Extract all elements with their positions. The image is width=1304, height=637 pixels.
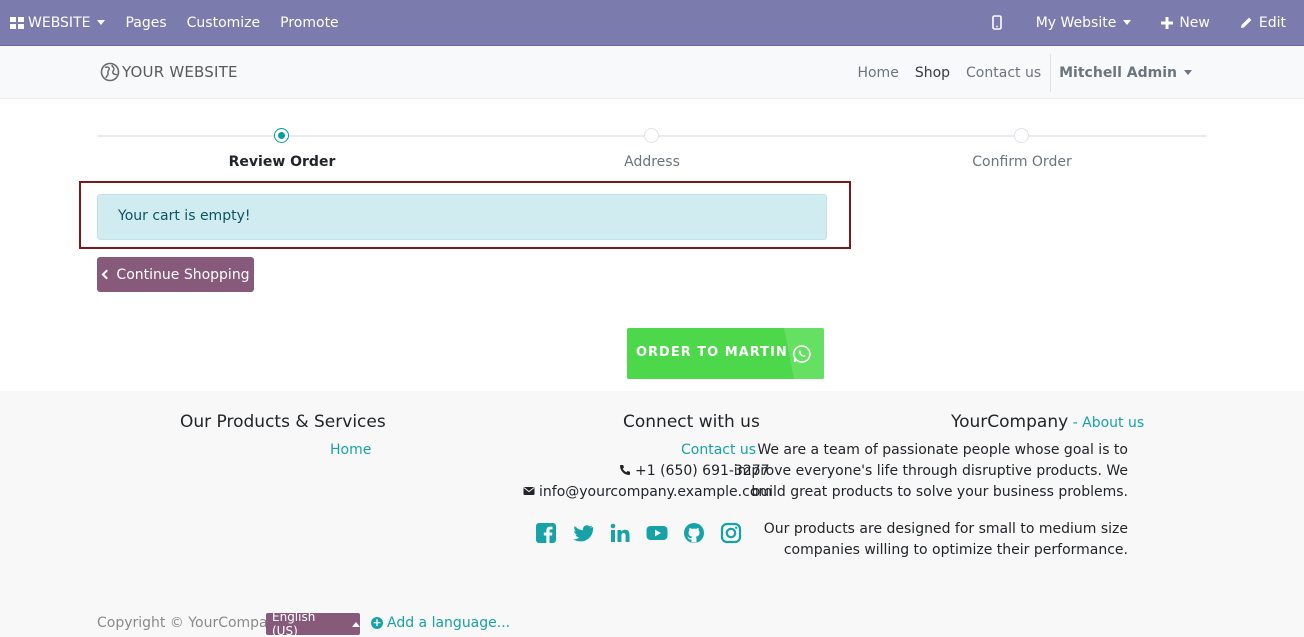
- customize-menu[interactable]: Customize: [177, 0, 271, 46]
- pencil-icon: [1240, 17, 1252, 28]
- website-apps-menu[interactable]: WEBSITE: [0, 0, 115, 46]
- footer-para1-line2: improve everyone's life through disrupti…: [733, 463, 1128, 479]
- caret-down-icon: [1123, 20, 1132, 25]
- whatsapp-icon: [792, 345, 811, 363]
- envelope-icon: [523, 487, 535, 495]
- website-navbar: YOUR WEBSITE Home Shop Contact us Mitche…: [0, 46, 1304, 99]
- user-name: Mitchell Admin: [1059, 64, 1177, 81]
- whatsapp-order-label: ORDER TO MARTIN: [636, 345, 788, 360]
- footer-company-name: YourCompany: [951, 412, 1069, 432]
- main-nav: Home Shop Contact us Mitchell Admin: [849, 46, 1200, 99]
- step-dot-confirm-order: [1014, 128, 1029, 143]
- new-button[interactable]: New: [1151, 0, 1230, 46]
- apps-grid-icon: [10, 16, 24, 29]
- social-links: [535, 522, 757, 544]
- promote-menu[interactable]: Promote: [270, 0, 349, 46]
- website-logo[interactable]: YOUR WEBSITE: [100, 62, 238, 82]
- language-selector-label: English (US): [272, 610, 316, 637]
- add-language-link[interactable]: + Add a language...: [371, 615, 510, 631]
- footer-home-link[interactable]: Home: [330, 442, 371, 458]
- edit-button[interactable]: Edit: [1230, 0, 1286, 46]
- footer-company-paragraph-1: We are a team of passionate people whose…: [728, 440, 1128, 503]
- footer-connect-title: Connect with us: [623, 412, 760, 432]
- nav-contact-us[interactable]: Contact us: [958, 65, 1049, 81]
- language-selector[interactable]: English (US): [266, 610, 360, 637]
- step-dot-review-order: [274, 128, 289, 143]
- footer-about-link[interactable]: About us: [1082, 415, 1144, 431]
- plus-circle-icon: +: [371, 616, 383, 629]
- youtube-icon[interactable]: [646, 522, 668, 544]
- phone-icon: [620, 465, 630, 475]
- footer-company-paragraph-2: Our products are designed for small to m…: [728, 519, 1128, 561]
- mobile-preview-button[interactable]: [982, 0, 1026, 46]
- linkedin-icon[interactable]: [609, 522, 631, 544]
- footer-para1-line1: We are a team of passionate people whose…: [757, 442, 1128, 458]
- caret-down-icon: [97, 20, 106, 25]
- user-menu[interactable]: Mitchell Admin: [1051, 65, 1200, 81]
- edit-label: Edit: [1258, 14, 1286, 31]
- empty-cart-alert: Your cart is empty!: [97, 194, 827, 240]
- my-website-menu[interactable]: My Website: [1026, 0, 1152, 46]
- twitter-icon[interactable]: [572, 522, 594, 544]
- pages-menu[interactable]: Pages: [115, 0, 176, 46]
- footer-products-title: Our Products & Services: [180, 412, 386, 432]
- footer-company-heading: YourCompany - About us: [951, 412, 1144, 432]
- chevron-left-icon: [101, 269, 112, 280]
- whatsapp-order-button[interactable]: ORDER TO MARTIN: [627, 328, 824, 379]
- new-label: New: [1179, 14, 1210, 31]
- plus-icon: [1161, 16, 1174, 29]
- add-language-label: Add a language...: [387, 615, 511, 631]
- logo-text: YOUR WEBSITE: [122, 63, 238, 81]
- footer-para2-line1: Our products are designed for small to m…: [763, 521, 1128, 537]
- step-confirm-order: Confirm Order: [972, 154, 1072, 170]
- caret-down-icon: [1184, 70, 1192, 75]
- facebook-icon[interactable]: [535, 522, 557, 544]
- caret-up-icon: [352, 621, 360, 627]
- my-website-label: My Website: [1035, 14, 1117, 31]
- nav-home[interactable]: Home: [849, 65, 906, 81]
- nav-shop[interactable]: Shop: [907, 65, 958, 81]
- step-address: Address: [624, 154, 680, 170]
- website-menu-label: WEBSITE: [28, 14, 91, 31]
- mobile-icon: [991, 15, 1002, 30]
- globe-icon: [100, 62, 120, 82]
- continue-shopping-label: Continue Shopping: [116, 266, 250, 283]
- step-review-order: Review Order: [228, 154, 336, 170]
- footer-company-separator: -: [1068, 415, 1083, 431]
- continue-shopping-button[interactable]: Continue Shopping: [97, 257, 254, 292]
- footer-para2-line2: companies willing to optimize their perf…: [783, 542, 1128, 558]
- admin-bar: WEBSITE Pages Customize Promote My Websi…: [0, 0, 1304, 46]
- step-dot-address: [644, 128, 659, 143]
- github-icon[interactable]: [683, 522, 705, 544]
- copyright-text: Copyright © YourCompany: [97, 615, 285, 631]
- footer-para1-line3: build great products to solve your busin…: [751, 484, 1128, 500]
